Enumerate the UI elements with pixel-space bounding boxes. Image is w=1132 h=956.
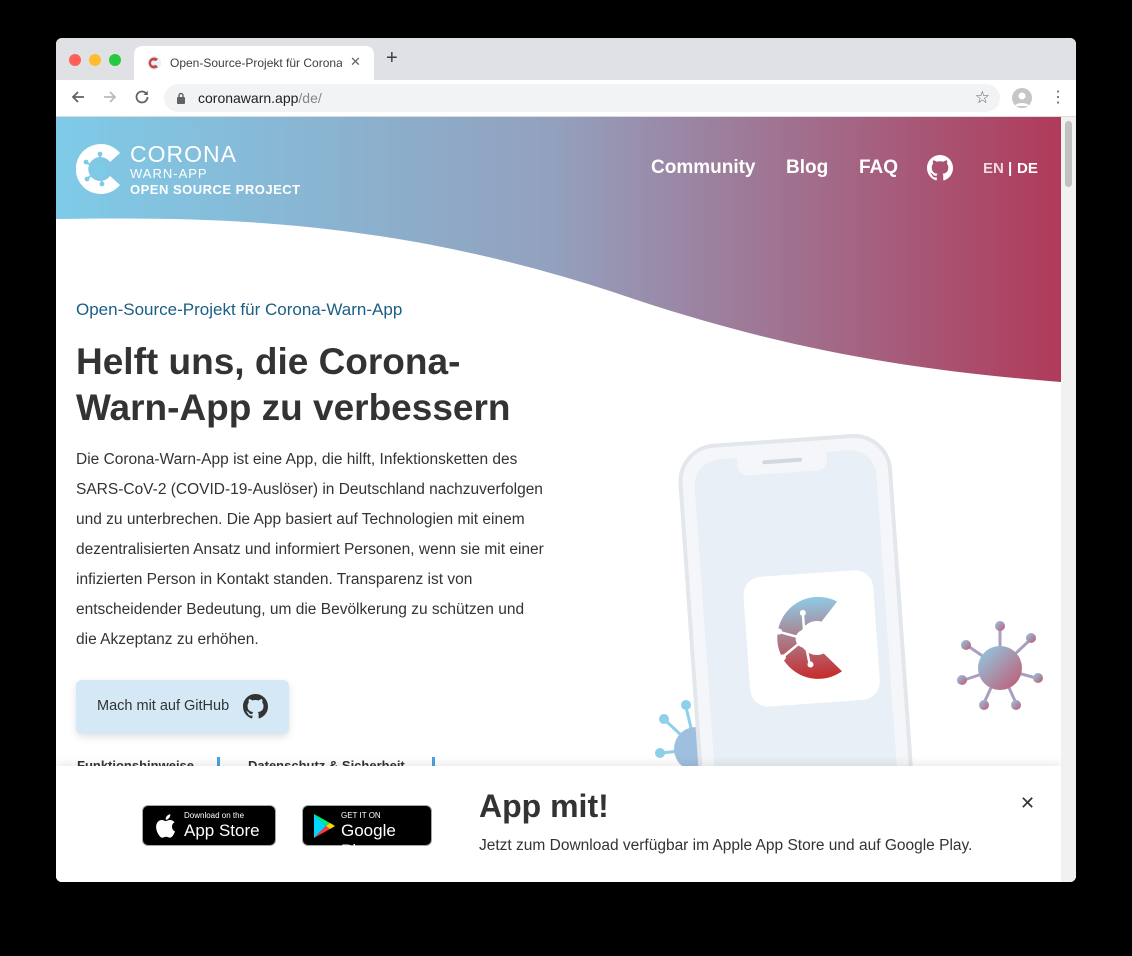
google-play-small-text: GET IT ON	[341, 811, 381, 820]
address-bar[interactable]: coronawarn.app/de/ ☆	[164, 84, 1000, 112]
github-cta-label: Mach mit auf GitHub	[97, 698, 230, 714]
star-icon[interactable]: ☆	[975, 88, 990, 108]
github-icon	[243, 694, 268, 719]
lang-de-link[interactable]: DE	[1017, 160, 1038, 177]
lang-en-link[interactable]: EN	[983, 160, 1004, 177]
logo-subtitle: WARN-APP	[130, 166, 208, 181]
back-arrow-icon[interactable]	[69, 88, 87, 106]
lock-icon	[177, 92, 185, 104]
app-store-badge[interactable]: Download on the App Store	[142, 805, 276, 846]
lang-separator: |	[1008, 160, 1013, 177]
maximize-window-button[interactable]	[109, 54, 121, 66]
minimize-window-button[interactable]	[89, 54, 101, 66]
url-path: /de/	[298, 90, 322, 106]
nav-community-link[interactable]: Community	[651, 157, 756, 179]
banner-text: Jetzt zum Download verfügbar im Apple Ap…	[479, 837, 973, 854]
page-title: Helft uns, die Corona-Warn-App zu verbes…	[76, 341, 511, 428]
forward-arrow-icon[interactable]	[101, 88, 119, 106]
new-tab-button[interactable]: +	[386, 48, 398, 68]
tab-title: Open-Source-Projekt für Corona-Warn-App	[170, 56, 342, 70]
close-window-button[interactable]	[69, 54, 81, 66]
corona-logo-icon	[76, 144, 120, 194]
kebab-menu-icon[interactable]: ⋮	[1050, 87, 1066, 107]
app-download-banner: Download on the App Store GET IT ON Goog…	[56, 766, 1061, 882]
url-text: coronawarn.app/de/	[198, 90, 322, 106]
logo-tagline: OPEN SOURCE PROJECT	[130, 182, 301, 197]
google-play-big-text: Google Play	[341, 821, 396, 860]
reload-icon[interactable]	[133, 88, 151, 106]
browser-window: Open-Source-Projekt für Corona-Warn-App …	[56, 38, 1076, 882]
page-scrollbar[interactable]	[1061, 117, 1076, 882]
google-play-icon	[314, 814, 335, 838]
virus-icon	[957, 621, 1043, 710]
browser-tab[interactable]: Open-Source-Projekt für Corona-Warn-App …	[134, 46, 374, 80]
nav-blog-link[interactable]: Blog	[786, 157, 828, 179]
app-store-big-text: App Store	[184, 821, 260, 840]
account-icon[interactable]	[1012, 88, 1032, 108]
logo-title: CORONA	[130, 141, 237, 167]
hero-description: Die Corona-Warn-App ist eine App, die hi…	[76, 451, 544, 648]
corona-favicon-icon	[147, 56, 161, 70]
page-viewport: CORONA WARN-APP OPEN SOURCE PROJECT Comm…	[56, 117, 1061, 882]
github-icon[interactable]	[927, 155, 953, 181]
google-play-badge[interactable]: GET IT ON Google Play	[302, 805, 432, 860]
app-store-small-text: Download on the	[184, 811, 245, 820]
tab-bar: Open-Source-Projekt für Corona-Warn-App …	[56, 38, 1076, 80]
close-icon[interactable]: ✕	[1020, 793, 1035, 814]
apple-icon	[156, 814, 175, 838]
scrollbar-thumb[interactable]	[1065, 121, 1072, 187]
github-cta-button[interactable]: Mach mit auf GitHub	[76, 680, 289, 734]
nav-faq-link[interactable]: FAQ	[859, 157, 898, 179]
banner-title: App mit!	[479, 788, 609, 824]
hero-eyebrow: Open-Source-Projekt für Corona-Warn-App	[76, 300, 403, 319]
browser-toolbar: coronawarn.app/de/ ☆ ⋮	[56, 80, 1076, 117]
url-host: coronawarn.app	[198, 90, 299, 106]
tab-close-icon[interactable]: ✕	[350, 54, 361, 70]
